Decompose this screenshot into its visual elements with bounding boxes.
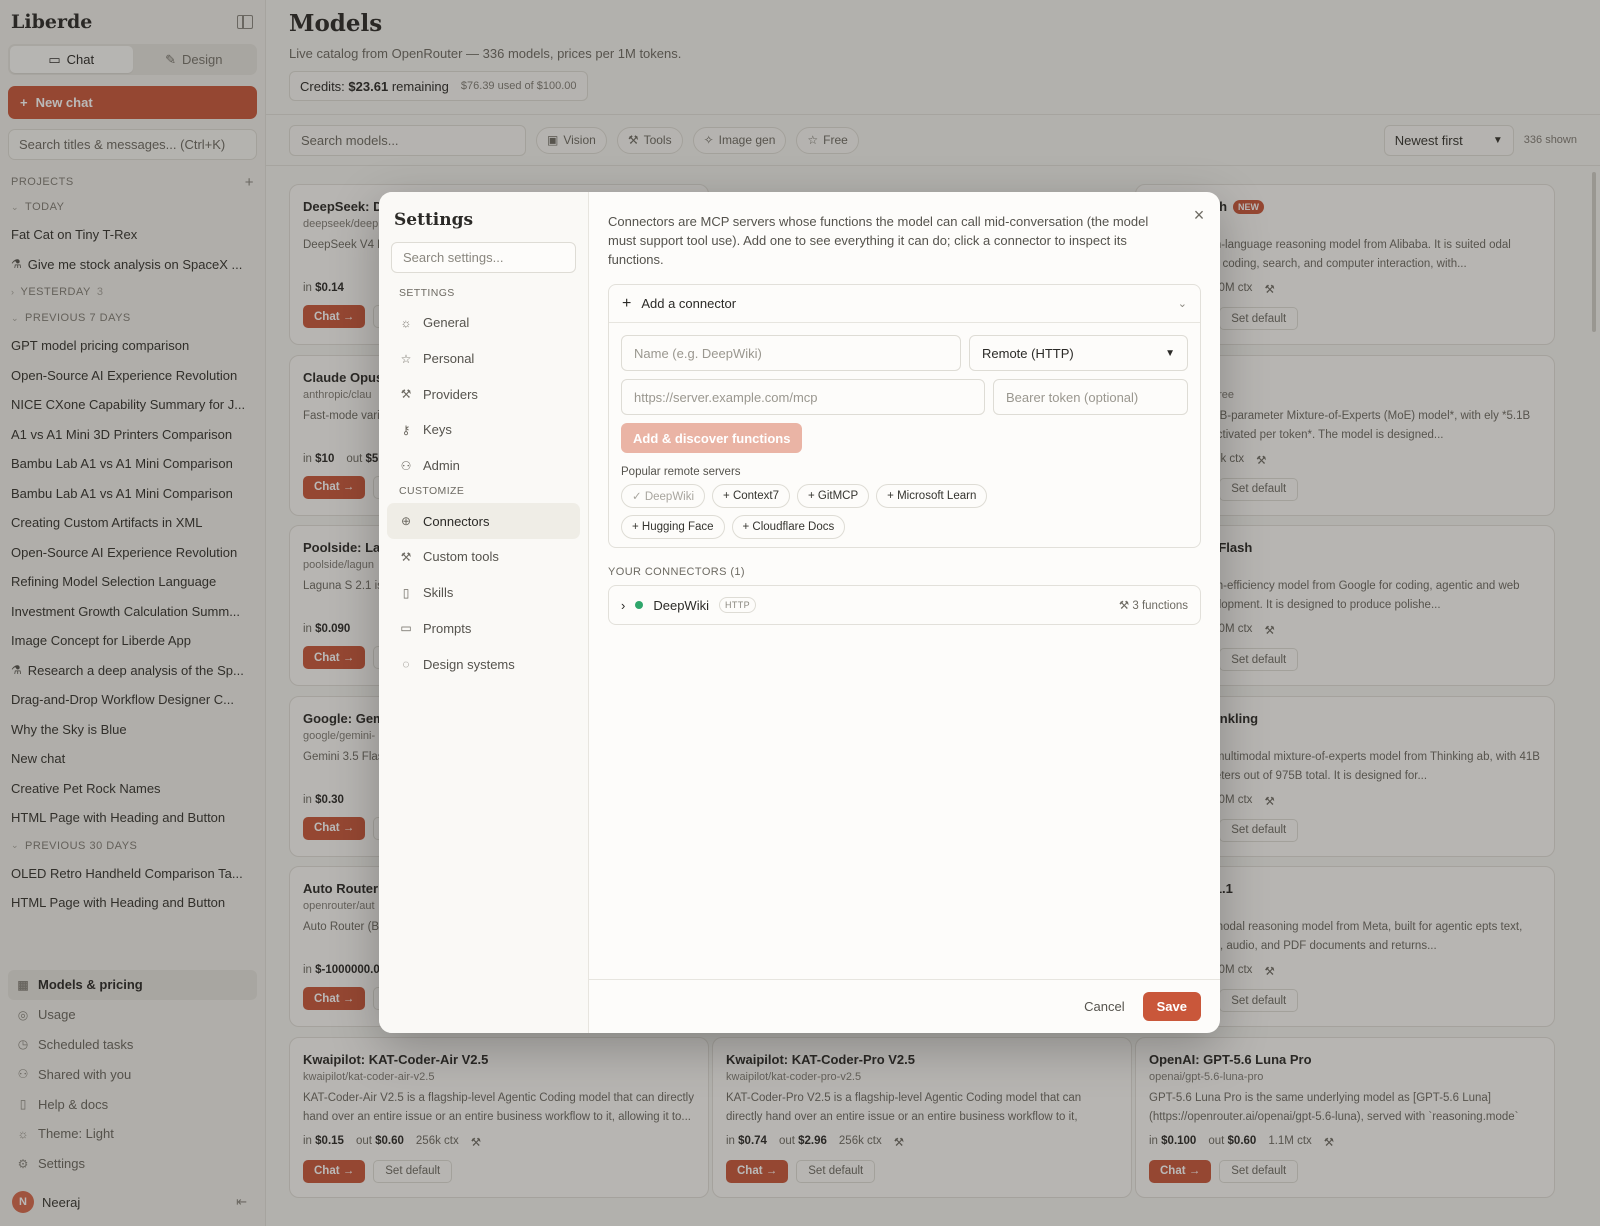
sun-icon: ☼ <box>400 315 412 330</box>
add-connector-form: Name (e.g. DeepWiki) Remote (HTTP) ▼ http… <box>609 323 1200 539</box>
settings-item-keys[interactable]: ⚷ Keys <box>387 412 580 448</box>
settings-item-design-systems[interactable]: ◌ Design systems <box>387 646 580 682</box>
connector-row[interactable]: › DeepWiki HTTP ⚒ 3 functions <box>608 585 1201 625</box>
chevron-right-icon: › <box>621 597 626 613</box>
settings-item-prompts[interactable]: ▭ Prompts <box>387 611 580 647</box>
cancel-button[interactable]: Cancel <box>1084 999 1124 1014</box>
connector-url-input[interactable]: https://server.example.com/mcp <box>621 379 985 415</box>
settings-item-label: Custom tools <box>423 549 499 565</box>
tools-icon: ⚒ <box>1118 600 1133 612</box>
transport-value: Remote (HTTP) <box>982 345 1074 361</box>
palette-icon: ◌ <box>402 657 410 672</box>
transport-select[interactable]: Remote (HTTP) ▼ <box>969 335 1188 371</box>
close-icon[interactable]: × <box>1190 206 1208 224</box>
plug-icon: ⚒ <box>400 387 412 402</box>
settings-item-connectors[interactable]: ⊕ Connectors <box>387 503 580 540</box>
popular-server-chip[interactable]: + Microsoft Learn <box>876 484 988 508</box>
wrench-icon: ⚒ <box>400 549 412 564</box>
customize-section-label: CUSTOMIZE <box>399 485 465 498</box>
add-connector-panel: + Add a connector ⌄ Name (e.g. DeepWiki)… <box>608 284 1201 548</box>
function-count: ⚒ 3 functions <box>1119 598 1188 612</box>
settings-item-label: Admin <box>423 458 460 474</box>
settings-item-label: General <box>423 315 470 331</box>
chevron-down-icon: ⌄ <box>1177 298 1187 310</box>
settings-item-label: Connectors <box>423 513 490 529</box>
status-dot <box>635 601 644 609</box>
your-connectors-label: YOUR CONNECTORS (1) <box>608 566 745 578</box>
popular-servers: ✓ DeepWiki + Context7 + GitMCP + Microsoft … <box>621 484 1091 539</box>
settings-search-input[interactable]: Search settings... <box>391 242 576 273</box>
save-button[interactable]: Save <box>1142 992 1201 1021</box>
settings-modal: Settings Search settings... SETTINGS ☼ Ge… <box>379 192 1220 1033</box>
connector-list: › DeepWiki HTTP ⚒ 3 functions <box>589 585 1220 625</box>
users-icon: ⚇ <box>400 458 412 473</box>
add-discover-button[interactable]: Add & discover functions <box>621 423 803 453</box>
popular-server-chip: ✓ DeepWiki <box>621 484 706 508</box>
settings-title: Settings <box>394 210 474 230</box>
popular-server-chip[interactable]: + Context7 <box>712 484 790 508</box>
settings-item-general[interactable]: ☼ General <box>387 305 580 341</box>
key-icon: ⚷ <box>401 422 411 437</box>
add-connector-label: Add a connector <box>641 296 737 311</box>
popular-servers-label: Popular remote servers <box>621 466 741 478</box>
settings-item-label: Skills <box>423 585 454 601</box>
bearer-token-input[interactable]: Bearer token (optional) <box>993 379 1188 415</box>
connectors-panel: × Connectors are MCP servers whose funct… <box>589 192 1220 1033</box>
popular-server-chip[interactable]: + Hugging Face <box>621 515 725 539</box>
chevron-down-icon: ▼ <box>1165 347 1175 359</box>
star-icon: ☆ <box>400 351 412 366</box>
settings-nav: Settings Search settings... SETTINGS ☼ Ge… <box>379 192 589 1033</box>
settings-item-label: Design systems <box>423 656 515 672</box>
popular-server-chip[interactable]: + GitMCP <box>797 484 870 508</box>
transport-badge: HTTP <box>718 597 757 613</box>
modal-footer: Cancel Save <box>589 979 1220 1033</box>
settings-item-label: Prompts <box>423 620 472 636</box>
settings-item-label: Keys <box>423 422 452 438</box>
settings-item-custom-tools[interactable]: ⚒ Custom tools <box>387 539 580 575</box>
plus-icon: + <box>622 294 632 312</box>
globe-icon: ⊕ <box>400 514 412 529</box>
connectors-description: Connectors are MCP servers whose functio… <box>608 214 1149 267</box>
settings-item-providers[interactable]: ⚒ Providers <box>387 376 580 412</box>
settings-item-skills[interactable]: ▯ Skills <box>387 575 580 611</box>
settings-item-personal[interactable]: ☆ Personal <box>387 341 580 377</box>
message-icon: ▭ <box>400 621 412 636</box>
popular-server-chip[interactable]: + Cloudflare Docs <box>731 515 846 539</box>
settings-item-label: Providers <box>423 386 478 402</box>
connector-name: DeepWiki <box>653 597 709 613</box>
customize-items: ⊕ Connectors ⚒ Custom tools ▯ Skills ▭ Prompts ◌… <box>387 503 580 681</box>
settings-item-label: Personal <box>423 351 475 367</box>
connector-name-input[interactable]: Name (e.g. DeepWiki) <box>621 335 961 371</box>
settings-item-admin[interactable]: ⚇ Admin <box>387 448 580 484</box>
book-icon: ▯ <box>402 585 410 600</box>
add-connector-toggle[interactable]: + Add a connector ⌄ <box>609 285 1200 323</box>
settings-items: ☼ General ☆ Personal ⚒ Providers ⚷ Keys ⚇ Admin <box>387 305 580 483</box>
settings-section-label: SETTINGS <box>399 287 455 299</box>
function-count-text: 3 functions <box>1132 600 1188 612</box>
